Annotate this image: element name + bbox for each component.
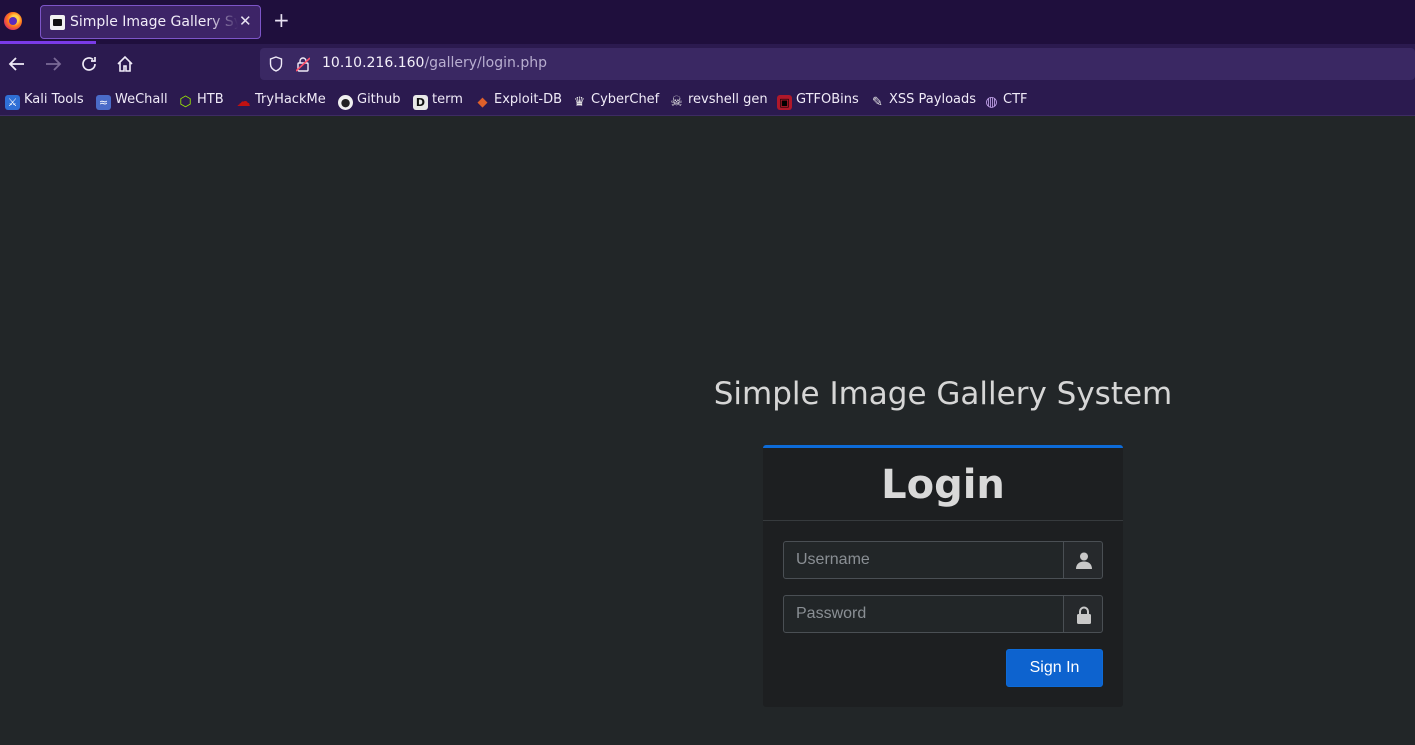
globe-icon: ◍ <box>985 94 998 110</box>
user-icon <box>1076 552 1092 569</box>
username-addon <box>1063 541 1103 579</box>
shield-icon[interactable] <box>269 56 283 72</box>
login-card: Login Sign In <box>763 445 1123 707</box>
new-tab-icon[interactable]: + <box>273 10 290 30</box>
bookmark-ctf[interactable]: ◍ CTF <box>984 92 1027 110</box>
bookmark-exploit-db[interactable]: ◆ Exploit-DB <box>475 92 563 110</box>
bookmark-kali-tools[interactable]: ⚔ Kali Tools <box>5 92 84 110</box>
bookmark-wechall[interactable]: ≈ WeChall <box>96 92 168 110</box>
site-title: Simple Image Gallery System <box>713 376 1173 412</box>
url-text[interactable]: 10.10.216.160/gallery/login.php <box>322 55 547 71</box>
url-host: 10.10.216.160 <box>322 55 425 71</box>
page-content: Simple Image Gallery System Login Sign I… <box>0 116 1415 745</box>
url-path: /gallery/login.php <box>424 55 547 71</box>
close-tab-icon[interactable]: ✕ <box>239 12 252 30</box>
bookmarks-toolbar: ⚔ Kali Tools ≈ WeChall ⬡ HTB ☁ TryHackMe ● Gi… <box>0 84 1415 116</box>
tryhackme-icon: ☁ <box>236 94 251 110</box>
password-addon <box>1063 595 1103 633</box>
term-icon: D <box>413 95 428 110</box>
login-heading: Login <box>881 462 1005 508</box>
tab-active[interactable]: Simple Image Gallery System ✕ <box>40 5 261 39</box>
username-group <box>783 541 1103 579</box>
navigation-bar: 10.10.216.160/gallery/login.php <box>0 44 1415 84</box>
reload-icon[interactable] <box>78 53 100 75</box>
home-icon[interactable] <box>114 53 136 75</box>
gtfobins-icon: ▣ <box>777 95 792 110</box>
login-card-header: Login <box>763 448 1123 521</box>
github-icon: ● <box>338 95 353 110</box>
bookmark-gtfobins[interactable]: ▣ GTFOBins <box>777 92 859 110</box>
password-input[interactable] <box>783 595 1064 633</box>
tab-title: Simple Image Gallery System <box>70 14 238 30</box>
username-input[interactable] <box>783 541 1064 579</box>
back-icon[interactable] <box>6 53 28 75</box>
firefox-icon[interactable] <box>4 12 22 30</box>
chef-hat-icon: ♛ <box>573 95 586 110</box>
forward-icon[interactable] <box>42 53 64 75</box>
bookmark-xss-payloads[interactable]: ✎ XSS Payloads <box>870 92 976 110</box>
xss-icon: ✎ <box>872 95 883 110</box>
bookmark-tryhackme[interactable]: ☁ TryHackMe <box>236 92 326 110</box>
lock-icon <box>1077 606 1091 624</box>
bookmark-term[interactable]: Dterm <box>413 92 463 110</box>
password-group <box>783 595 1103 633</box>
tab-bar: Simple Image Gallery System ✕ + <box>0 0 1415 44</box>
url-bar[interactable]: 10.10.216.160/gallery/login.php <box>260 48 1415 80</box>
bookmark-htb[interactable]: ⬡ HTB <box>178 92 223 110</box>
bookmark-cyberchef[interactable]: ♛ CyberChef <box>572 92 660 110</box>
skull-icon: ☠ <box>670 94 683 110</box>
htb-cube-icon: ⬡ <box>179 94 192 110</box>
sign-in-button[interactable]: Sign In <box>1006 649 1103 687</box>
wechall-icon: ≈ <box>96 95 111 110</box>
bookmark-github[interactable]: ● Github <box>338 92 401 110</box>
exploitdb-icon: ◆ <box>477 95 488 110</box>
insecure-lock-icon[interactable] <box>296 56 310 72</box>
bookmark-revshell-gen[interactable]: ☠ revshell gen <box>669 92 767 110</box>
site-favicon-icon <box>50 15 65 30</box>
kali-icon: ⚔ <box>5 95 20 110</box>
